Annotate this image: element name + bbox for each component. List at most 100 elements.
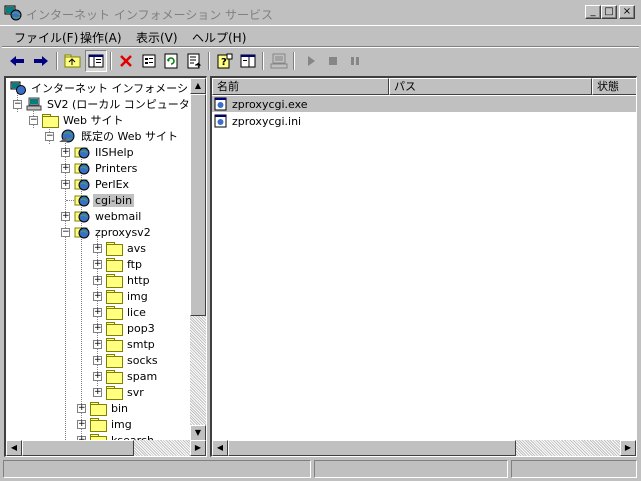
back-button[interactable] (6, 50, 28, 72)
expand-toggle[interactable]: + (93, 388, 102, 397)
console-tree-pane[interactable]: インターネット インフォメーション サ − SV2 (ローカル コンピュータ) … (4, 76, 207, 457)
menu-file[interactable]: ファイル(F) (14, 29, 78, 46)
scroll-thumb[interactable] (228, 440, 516, 456)
toolbar-separator (110, 52, 112, 70)
expand-toggle[interactable]: + (93, 324, 102, 333)
list-item-name: zproxycgi.ini (232, 114, 302, 128)
forward-button[interactable] (30, 50, 52, 72)
export-list-button[interactable] (183, 50, 205, 72)
expand-toggle[interactable]: + (77, 404, 86, 413)
column-header-path[interactable]: パス (389, 78, 592, 95)
tree-vertical-scrollbar[interactable]: ▲ ▼ (190, 78, 206, 441)
tree-node-folder[interactable]: avs (106, 240, 148, 256)
scroll-left-button[interactable]: ◀ (212, 440, 228, 456)
column-header-status[interactable]: 状態 (592, 78, 636, 95)
tree-node-root[interactable]: インターネット インフォメーション サ (10, 80, 206, 96)
tree-node-folder[interactable]: http (106, 272, 152, 288)
minimize-button[interactable]: _ (585, 5, 601, 19)
console-tree-button[interactable] (237, 50, 259, 72)
show-tree-button[interactable] (85, 50, 107, 72)
collapse-toggle[interactable]: − (61, 228, 70, 237)
tree-node-folder[interactable]: socks (106, 352, 160, 368)
stop-button[interactable] (322, 50, 344, 72)
tree-node-printers[interactable]: Printers (74, 160, 139, 176)
scroll-thumb[interactable] (190, 94, 206, 316)
tree-default-site-label: 既定の Web サイト (81, 130, 178, 143)
tree-item-label: IISHelp (95, 145, 134, 159)
expand-toggle[interactable]: + (93, 356, 102, 365)
toolbar-separator (293, 52, 295, 70)
tree-node-folder[interactable]: img (90, 416, 134, 432)
scroll-down-button[interactable]: ▼ (190, 425, 206, 441)
menu-divider (2, 46, 639, 48)
tree-node-folder[interactable]: ftp (106, 256, 144, 272)
expand-toggle[interactable]: + (77, 420, 86, 429)
maximize-button[interactable]: □ (601, 5, 617, 19)
start-button[interactable] (300, 50, 322, 72)
tree-node-folder[interactable]: pop3 (106, 320, 157, 336)
expand-toggle[interactable]: + (93, 340, 102, 349)
expand-toggle[interactable]: + (93, 372, 102, 381)
tree-node-folder[interactable]: lice (106, 304, 148, 320)
column-header-name[interactable]: 名前 (212, 78, 389, 95)
expand-toggle[interactable]: + (93, 244, 102, 253)
tree-folder-label: lice (127, 305, 146, 319)
expand-toggle[interactable]: + (93, 292, 102, 301)
result-list-pane[interactable]: 名前 パス 状態 zproxycgi.exe zproxycgi.ini ◀ ▶ (210, 76, 637, 457)
collapse-toggle[interactable]: − (29, 116, 38, 125)
tree-node-folder[interactable]: spam (106, 368, 159, 384)
tree-node-iishelp[interactable]: IISHelp (74, 144, 136, 160)
folder-icon (90, 417, 107, 432)
menu-help[interactable]: ヘルプ(H) (192, 29, 246, 46)
folder-icon (106, 289, 123, 304)
tree-folder-label: http (127, 273, 150, 287)
scroll-up-button[interactable]: ▲ (190, 78, 206, 94)
help-button[interactable]: ? (214, 50, 236, 72)
scroll-right-button[interactable]: ▶ (620, 440, 636, 456)
tree-node-web-sites[interactable]: Web サイト (42, 112, 125, 128)
menu-action[interactable]: 操作(A) (80, 29, 122, 46)
folder-icon (106, 241, 123, 256)
scroll-left-button[interactable]: ◀ (6, 440, 22, 456)
tree-node-webmail[interactable]: webmail (74, 208, 143, 224)
delete-button[interactable] (115, 50, 137, 72)
expand-toggle[interactable]: + (61, 180, 70, 189)
status-panel (511, 460, 637, 478)
tree-node-cgi-bin[interactable]: cgi-bin (74, 192, 135, 208)
tree-node-folder[interactable]: bin (90, 400, 130, 416)
expand-toggle[interactable]: + (61, 164, 70, 173)
collapse-toggle[interactable]: − (13, 100, 22, 109)
scroll-thumb[interactable] (22, 440, 134, 456)
folder-icon (106, 337, 123, 352)
list-item[interactable]: zproxycgi.exe (214, 96, 310, 112)
expand-toggle[interactable]: + (93, 260, 102, 269)
expand-toggle[interactable]: + (61, 148, 70, 157)
expand-toggle[interactable]: + (93, 308, 102, 317)
tree-node-folder[interactable]: smtp (106, 336, 157, 352)
executable-file-icon (214, 97, 227, 111)
collapse-toggle[interactable]: − (45, 132, 54, 141)
menu-view[interactable]: 表示(V) (136, 29, 178, 46)
virtual-directory-icon (74, 163, 90, 175)
expand-toggle[interactable]: + (93, 276, 102, 285)
tree-node-folder[interactable]: img (106, 288, 150, 304)
tree-horizontal-scrollbar[interactable]: ◀ ▶ (6, 440, 206, 456)
list-horizontal-scrollbar[interactable]: ◀ ▶ (212, 440, 636, 456)
up-one-level-button[interactable] (62, 50, 84, 72)
tree-node-computer[interactable]: SV2 (ローカル コンピュータ) (26, 96, 196, 112)
tree-node-perlex[interactable]: PerlEx (74, 176, 131, 192)
tree-node-zproxysv2[interactable]: zproxysv2 (74, 224, 153, 240)
scroll-right-button[interactable]: ▶ (190, 440, 206, 456)
web-site-icon (59, 129, 75, 143)
delete-icon (120, 55, 132, 67)
close-button[interactable]: × (619, 5, 635, 19)
export-icon (187, 53, 202, 69)
connect-computer-button[interactable] (268, 50, 290, 72)
refresh-button[interactable] (160, 50, 182, 72)
tree-node-default-site[interactable]: 既定の Web サイト (58, 128, 180, 144)
pause-button[interactable] (344, 50, 366, 72)
expand-toggle[interactable]: + (61, 212, 70, 221)
tree-node-folder[interactable]: svr (106, 384, 146, 400)
list-item[interactable]: zproxycgi.ini (214, 113, 303, 129)
properties-button[interactable] (138, 50, 160, 72)
